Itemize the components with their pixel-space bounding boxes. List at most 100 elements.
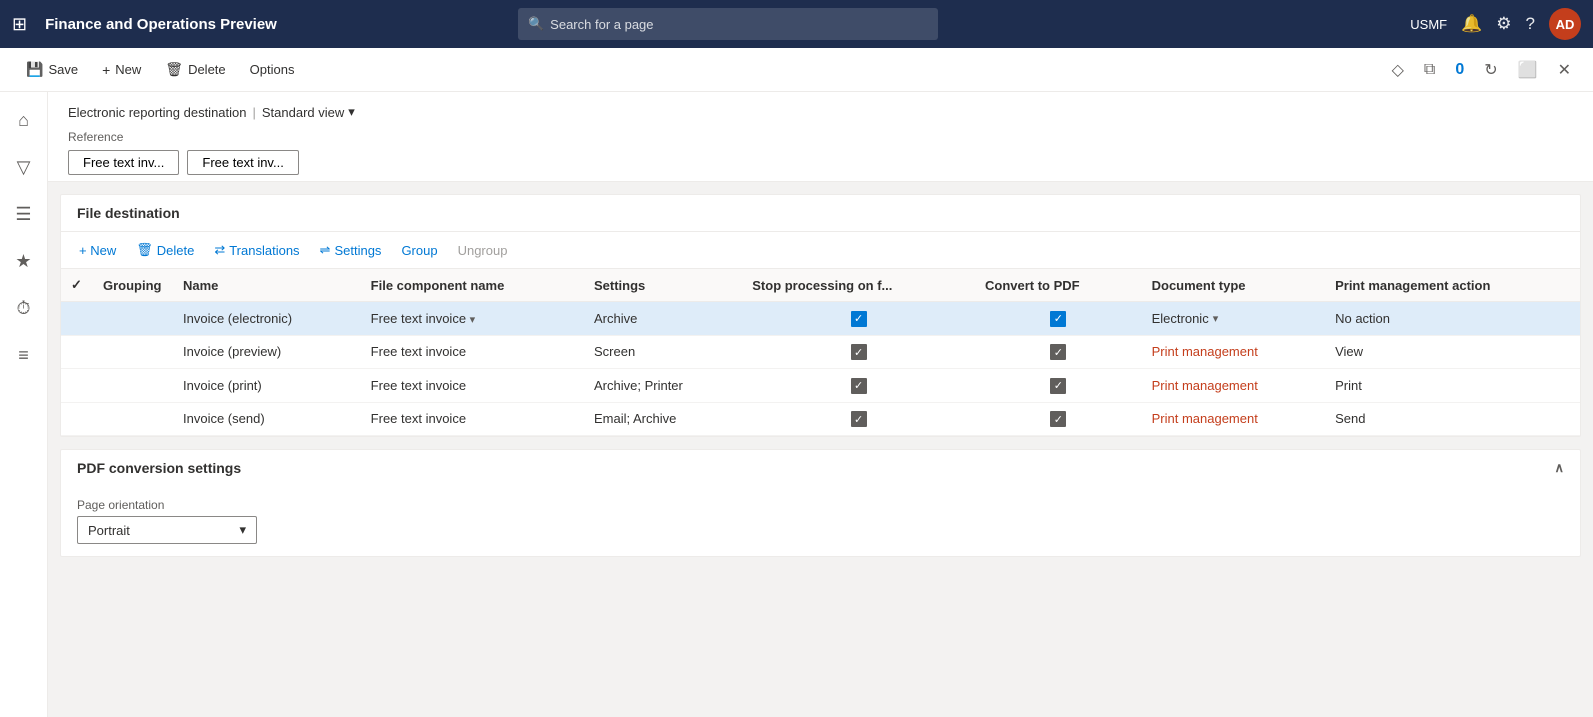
stop-processing-checkbox[interactable]: ✓ [851,378,867,394]
row-convert-pdf[interactable]: ✓ [975,302,1142,336]
breadcrumb-page: Electronic reporting destination [68,105,247,120]
convert-pdf-checkbox[interactable]: ✓ [1050,311,1066,327]
delete-button[interactable]: 🗑 Delete [155,55,235,84]
pdf-section-title: PDF conversion settings [77,460,241,476]
sidebar-filter-icon[interactable]: ▽ [9,149,39,186]
table-row[interactable]: Invoice (electronic)Free text invoice ▾A… [61,302,1580,336]
doc-type-print-mgmt: Print management [1152,378,1258,393]
fd-translations-button[interactable]: ⇄ Translations [206,238,307,262]
sidebar-list-icon[interactable]: ≡ [10,337,37,374]
file-destination-table: ✓ Grouping Name File component name Sett… [61,269,1580,436]
new-label: New [115,62,141,77]
row-file-component: Free text invoice [361,369,584,403]
search-icon: 🔍 [528,16,544,32]
file-destination-title: File destination [77,205,180,221]
reference-buttons: Free text inv... Free text inv... [68,150,1573,175]
fd-delete-icon: 🗑 [136,242,153,258]
sidebar-recent-icon[interactable]: ⏱ [8,290,38,327]
diamond-icon[interactable]: ◇ [1386,56,1410,84]
collapse-icon[interactable]: ∧ [1554,460,1564,476]
row-grouping [93,302,173,336]
col-file-component: File component name [361,269,584,302]
fd-settings-button[interactable]: ⇌ Settings [312,238,390,262]
page-orientation-select[interactable]: Portrait ▾ [77,516,257,544]
help-icon[interactable]: ? [1526,14,1535,34]
row-convert-pdf[interactable]: ✓ [975,335,1142,369]
row-grouping [93,402,173,436]
main-content: Electronic reporting destination | Stand… [48,92,1593,717]
file-component-value: Free text invoice [371,311,466,326]
row-convert-pdf[interactable]: ✓ [975,402,1142,436]
settings-icon-sm: ⇌ [320,242,331,258]
notification-icon[interactable]: 🔔 [1461,14,1482,34]
stop-processing-checkbox[interactable]: ✓ [851,411,867,427]
save-icon: 💾 [26,61,43,78]
file-component-chevron[interactable]: ▾ [470,314,476,326]
settings-icon[interactable]: ⚙ [1496,14,1511,34]
table-header-row: ✓ Grouping Name File component name Sett… [61,269,1580,302]
refresh-icon[interactable]: ↻ [1478,56,1503,84]
save-button[interactable]: 💾 Save [16,55,88,84]
row-check[interactable] [61,335,93,369]
duplicate-icon[interactable]: ⧉ [1418,57,1441,83]
close-icon[interactable]: ✕ [1552,56,1577,84]
row-check[interactable] [61,302,93,336]
view-name: Standard view [262,105,344,120]
row-document-type: Electronic ▾ [1142,302,1325,336]
page-orientation-value: Portrait [88,523,130,538]
row-print-action: View [1325,335,1580,369]
doc-type-chevron[interactable]: ▾ [1213,312,1219,325]
pdf-content: Page orientation Portrait ▾ [61,486,1580,556]
sidebar-menu-icon[interactable]: ☰ [7,196,39,233]
fd-settings-label: Settings [334,243,381,258]
row-stop-processing[interactable]: ✓ [742,302,975,336]
command-bar-right: ◇ ⧉ 0 ↻ ⬜ ✕ [1386,56,1577,84]
badge-icon[interactable]: 0 [1449,57,1470,83]
doc-type-print-mgmt: Print management [1152,411,1258,426]
convert-pdf-checkbox[interactable]: ✓ [1050,378,1066,394]
sidebar-home-icon[interactable]: ⌂ [10,102,37,139]
row-name: Invoice (preview) [173,335,361,369]
ref-btn-1[interactable]: Free text inv... [68,150,179,175]
options-button[interactable]: Options [240,56,305,83]
col-document-type: Document type [1142,269,1325,302]
row-settings: Archive; Printer [584,369,742,403]
fd-group-button[interactable]: Group [393,239,445,262]
open-icon[interactable]: ⬜ [1512,56,1544,84]
sidebar-favorites-icon[interactable]: ★ [7,243,39,280]
row-check[interactable] [61,369,93,403]
table-row[interactable]: Invoice (send)Free text invoiceEmail; Ar… [61,402,1580,436]
org-label: USMF [1410,17,1447,32]
table-row[interactable]: Invoice (preview)Free text invoiceScreen… [61,335,1580,369]
search-bar[interactable]: 🔍 Search for a page [518,8,938,40]
row-file-component: Free text invoice [361,335,584,369]
convert-pdf-checkbox[interactable]: ✓ [1050,344,1066,360]
new-button[interactable]: + New [92,56,151,84]
row-name: Invoice (send) [173,402,361,436]
avatar[interactable]: AD [1549,8,1581,40]
row-convert-pdf[interactable]: ✓ [975,369,1142,403]
row-document-type: Print management [1142,369,1325,403]
ref-btn-2[interactable]: Free text inv... [187,150,298,175]
row-name: Invoice (print) [173,369,361,403]
chevron-down-icon: ▾ [348,104,355,120]
file-destination-toolbar: + New 🗑 Delete ⇄ Translations ⇌ Settings… [61,232,1580,269]
fd-delete-button[interactable]: 🗑 Delete [128,238,202,262]
top-bar: ⊞ Finance and Operations Preview 🔍 Searc… [0,0,1593,48]
row-stop-processing[interactable]: ✓ [742,402,975,436]
top-bar-right: USMF 🔔 ⚙ ? AD [1410,8,1581,40]
col-grouping: Grouping [93,269,173,302]
row-stop-processing[interactable]: ✓ [742,369,975,403]
stop-processing-checkbox[interactable]: ✓ [851,311,867,327]
row-stop-processing[interactable]: ✓ [742,335,975,369]
stop-processing-checkbox[interactable]: ✓ [851,344,867,360]
row-document-type: Print management [1142,402,1325,436]
table-row[interactable]: Invoice (print)Free text invoiceArchive;… [61,369,1580,403]
file-destination-section: File destination + New 🗑 Delete ⇄ Transl… [60,194,1581,437]
fd-new-button[interactable]: + New [71,239,124,262]
convert-pdf-checkbox[interactable]: ✓ [1050,411,1066,427]
waffle-icon[interactable]: ⊞ [12,14,27,35]
row-file-component: Free text invoice [361,402,584,436]
standard-view-button[interactable]: Standard view ▾ [262,104,355,120]
row-check[interactable] [61,402,93,436]
